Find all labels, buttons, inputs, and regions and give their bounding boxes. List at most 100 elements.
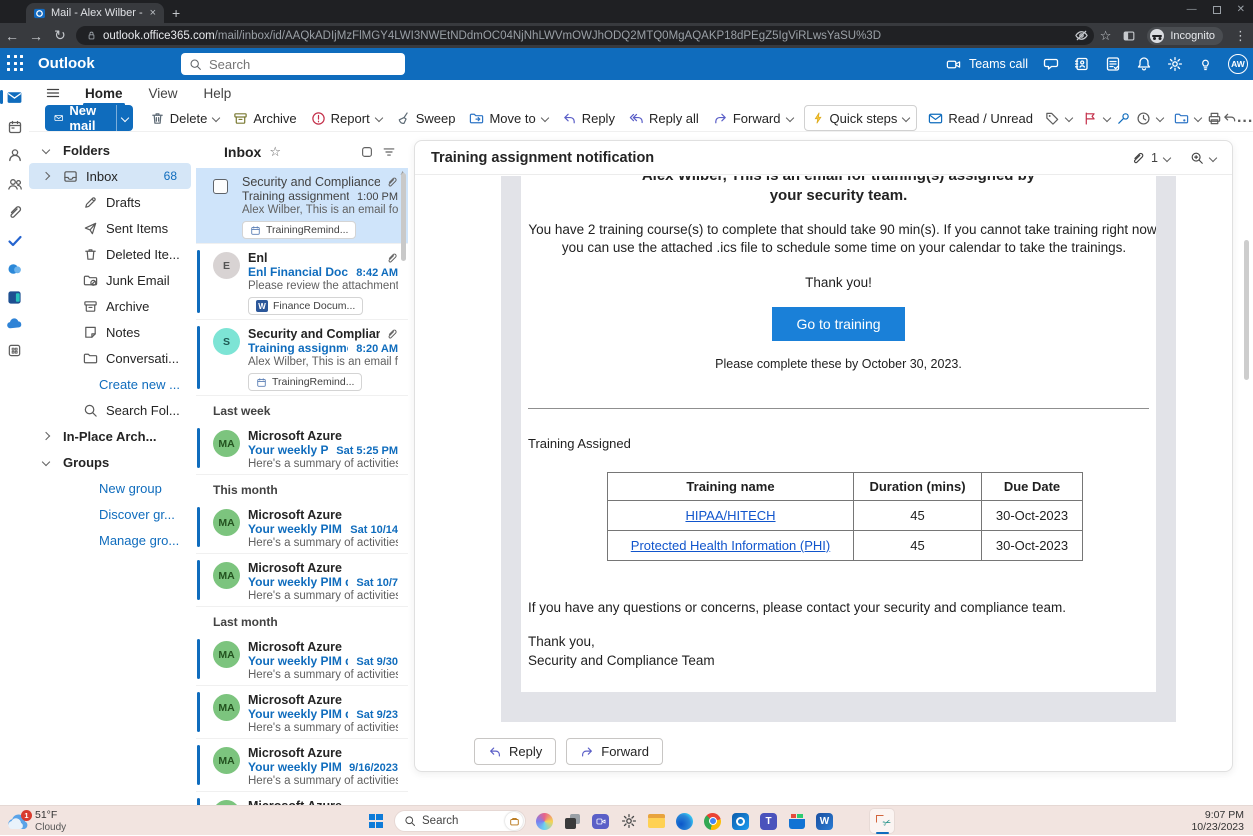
close-tab-icon[interactable]: × — [150, 7, 156, 19]
start-button[interactable] — [366, 812, 385, 831]
attachment-chip[interactable]: WFinance Docum... — [248, 297, 363, 315]
message-row[interactable]: MA Microsoft Azure Your weekly PIM diges… — [196, 554, 408, 607]
training-link[interactable]: HIPAA/HITECH — [685, 508, 775, 523]
outlook-icon[interactable] — [731, 812, 750, 831]
bookmark-star-icon[interactable]: ☆ — [1100, 28, 1112, 44]
new-tab-icon[interactable]: + — [172, 5, 180, 21]
training-link[interactable]: Protected Health Information (PHI) — [631, 538, 830, 553]
copilot-icon[interactable] — [535, 812, 554, 831]
rail-onedrive-icon[interactable] — [0, 317, 29, 330]
message-row[interactable]: MA Microsoft Azure Your weekly PIM dige.… — [196, 739, 408, 792]
go-to-training-button[interactable]: Go to training — [772, 307, 905, 341]
hamburger-icon[interactable] — [45, 85, 61, 101]
attachment-chip[interactable]: TrainingRemind... — [242, 221, 356, 239]
print-icon[interactable] — [1207, 105, 1222, 131]
discover-groups-link[interactable]: Discover gr... — [29, 501, 191, 527]
paperclip-icon[interactable] — [1131, 151, 1145, 165]
folder-sent[interactable]: Sent Items — [29, 215, 191, 241]
new-mail-button[interactable]: New mail — [45, 105, 133, 131]
forward-button[interactable]: Forward — [566, 738, 663, 765]
read-unread-button[interactable]: Read / Unread — [921, 105, 1040, 131]
message-row[interactable]: S Security and Compliance T... Training … — [196, 320, 408, 396]
tab-help[interactable]: Help — [202, 85, 234, 102]
address-bar[interactable]: outlook.office365.com/mail/inbox/id/AAQk… — [76, 26, 1094, 45]
refresh-icon[interactable]: ↻ — [48, 27, 72, 44]
folder-junk[interactable]: Junk Email — [29, 267, 191, 293]
rail-files-icon[interactable] — [0, 204, 29, 220]
avatar[interactable]: AW — [1228, 54, 1248, 74]
groups-root[interactable]: Groups — [29, 449, 191, 475]
rail-m365-app-icon[interactable] — [0, 261, 29, 277]
taskbar-clock[interactable]: 9:07 PM 10/23/2023 — [1191, 809, 1244, 833]
teams-call-button[interactable]: Teams call — [945, 57, 1028, 72]
folder-archive[interactable]: Archive — [29, 293, 191, 319]
reply-button[interactable]: Reply — [555, 105, 622, 131]
message-row[interactable]: MA Microsoft Azure Your weekly PIM diges… — [196, 686, 408, 739]
search-highlight-icon[interactable] — [505, 812, 523, 830]
gear-icon[interactable] — [1167, 56, 1183, 72]
message-row[interactable]: MA Microsoft Azure — [196, 792, 408, 805]
ms-store-icon[interactable] — [787, 812, 806, 831]
rail-calendar-icon[interactable] — [0, 119, 29, 135]
quick-steps-button[interactable]: Quick steps — [804, 105, 918, 131]
tab-home[interactable]: Home — [83, 85, 125, 102]
move-to-button[interactable]: Move to — [462, 105, 554, 131]
message-row[interactable]: E Enl Enl Financial Document8:42 AM Plea… — [196, 244, 408, 320]
word-icon[interactable]: W — [815, 812, 834, 831]
notepad-check-icon[interactable] — [1105, 56, 1121, 72]
forward-button[interactable]: Forward — [706, 105, 800, 131]
message-row[interactable]: Security and Compliance Te... Training a… — [196, 168, 408, 244]
edge-icon[interactable] — [675, 812, 694, 831]
eye-off-icon[interactable] — [1074, 28, 1089, 43]
chat-icon[interactable] — [1043, 56, 1059, 72]
forward-icon[interactable]: → — [24, 28, 48, 44]
rail-todo-icon[interactable] — [0, 233, 29, 249]
weather-widget[interactable]: 1 51°FCloudy — [7, 809, 66, 834]
folder-inbox[interactable]: Inbox68 — [29, 163, 191, 189]
chrome-icon[interactable] — [703, 812, 722, 831]
filter-icon[interactable] — [382, 145, 396, 159]
teams-icon[interactable]: T — [759, 812, 778, 831]
create-new-folder-link[interactable]: Create new ... — [29, 371, 191, 397]
pin-icon[interactable] — [1116, 105, 1131, 131]
bell-icon[interactable] — [1136, 56, 1152, 72]
snipping-tool-icon[interactable]: ✂ — [869, 808, 895, 834]
rail-more-apps-icon[interactable] — [0, 343, 29, 358]
sweep-button[interactable]: Sweep — [389, 105, 463, 131]
settings-icon[interactable] — [619, 812, 638, 831]
rail-onenote-icon[interactable] — [0, 290, 29, 305]
maximize-icon[interactable] — [1213, 6, 1221, 14]
more-vert-icon[interactable]: ⋮ — [1234, 28, 1247, 44]
file-explorer-icon[interactable] — [647, 812, 666, 831]
in-place-archive[interactable]: In-Place Arch... — [29, 423, 191, 449]
app-launcher-icon[interactable] — [7, 55, 24, 72]
lightbulb-icon[interactable] — [1198, 57, 1213, 72]
rules-icon[interactable] — [1169, 105, 1195, 131]
taskbar-search[interactable]: Search — [394, 810, 526, 832]
flag-icon[interactable] — [1078, 105, 1104, 131]
tab-view[interactable]: View — [147, 85, 180, 102]
delete-button[interactable]: Delete — [143, 105, 227, 131]
new-group-link[interactable]: New group — [29, 475, 191, 501]
attachment-chip[interactable]: TrainingRemind... — [248, 373, 362, 391]
rail-groups-icon[interactable] — [0, 176, 29, 192]
message-row[interactable]: MA Microsoft Azure Your weekly PIM diges… — [196, 501, 408, 554]
undo-icon[interactable] — [1222, 105, 1237, 131]
address-book-icon[interactable] — [1074, 56, 1090, 72]
snooze-icon[interactable] — [1131, 105, 1157, 131]
minimize-icon[interactable]: — — [1187, 4, 1197, 15]
reading-scrollbar[interactable] — [1244, 240, 1249, 380]
back-icon[interactable]: ← — [0, 28, 24, 44]
manage-groups-link[interactable]: Manage gro... — [29, 527, 191, 553]
folder-notes[interactable]: Notes — [29, 319, 191, 345]
favorite-star-icon[interactable]: ☆ — [269, 144, 281, 160]
sidebar-icon[interactable] — [1122, 29, 1136, 43]
task-view-icon[interactable] — [563, 812, 582, 831]
message-checkbox[interactable] — [213, 179, 228, 194]
window-close-icon[interactable]: ✕ — [1237, 4, 1245, 15]
message-row[interactable]: MA Microsoft Azure Your weekly PIM diges… — [196, 633, 408, 686]
select-icon[interactable] — [360, 145, 374, 159]
archive-button[interactable]: Archive — [226, 105, 303, 131]
rail-people-icon[interactable] — [0, 147, 29, 163]
zoom-in-icon[interactable] — [1190, 151, 1204, 165]
